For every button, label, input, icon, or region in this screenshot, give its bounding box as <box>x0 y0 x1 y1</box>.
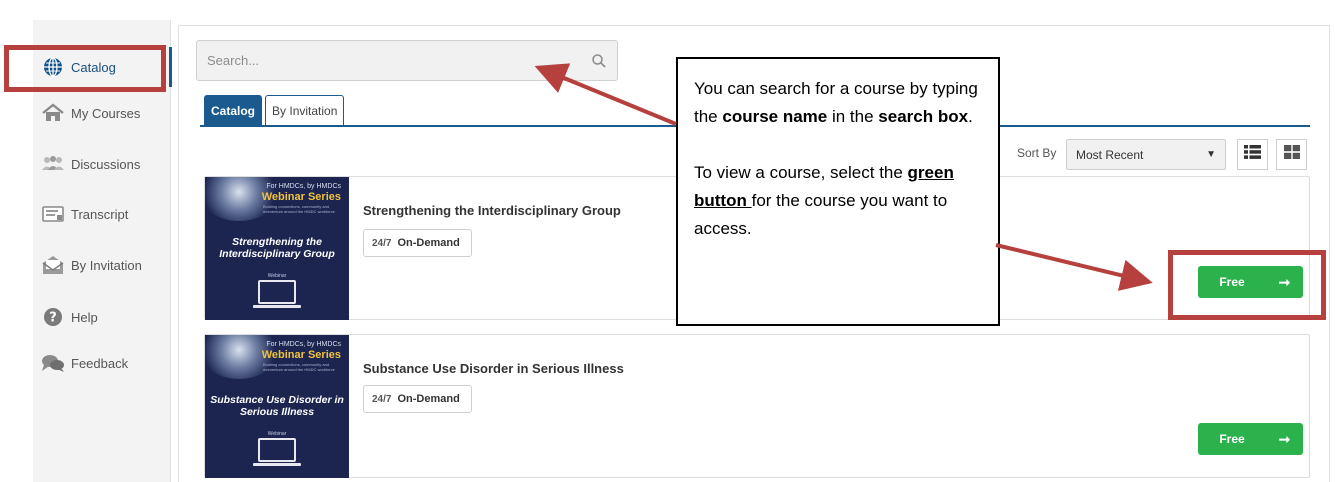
sort-selected-value: Most Recent <box>1076 147 1144 162</box>
callout-paragraph-button: To view a course, select the green butto… <box>694 159 983 243</box>
search-icon[interactable] <box>591 53 607 69</box>
callout-bold-text: course name <box>722 107 828 126</box>
callout-text: . <box>968 107 973 126</box>
chevron-down-icon: ▼ <box>1206 149 1216 160</box>
sidebar: Catalog My Courses Discussions Transcrip… <box>33 20 172 482</box>
sidebar-item-my-courses[interactable]: My Courses <box>33 93 171 133</box>
free-button[interactable]: Free ➞ <box>1198 423 1303 455</box>
discussions-icon <box>41 153 65 175</box>
sidebar-item-label: Discussions <box>71 156 141 172</box>
thumb-tagline: Building connections, community and mome… <box>263 204 335 214</box>
clock-24-7-icon: 24/7 <box>372 237 392 249</box>
feedback-icon <box>41 352 65 374</box>
course-title[interactable]: Substance Use Disorder in Serious Illnes… <box>363 361 624 376</box>
tab-catalog[interactable]: Catalog <box>204 95 263 125</box>
sidebar-item-label: By Invitation <box>71 257 142 273</box>
thumb-title: Substance Use Disorder in Serious Illnes… <box>210 394 344 418</box>
tab-by-invitation[interactable]: By Invitation <box>265 95 345 125</box>
annotation-callout: You can search for a course by typing th… <box>676 57 1000 326</box>
sort-label: Sort By <box>1017 146 1057 160</box>
sidebar-item-by-invitation[interactable]: By Invitation <box>33 245 171 285</box>
tab-bar: Catalog By Invitation <box>204 95 345 125</box>
laptop-icon <box>253 280 301 308</box>
thumb-tag: Webinar <box>267 273 287 279</box>
active-indicator <box>169 47 172 87</box>
list-view-icon <box>1244 145 1261 164</box>
callout-bold-text: search box <box>878 107 969 126</box>
sidebar-item-help[interactable]: ? Help <box>33 297 171 337</box>
sort-select[interactable]: Most Recent ▼ <box>1066 139 1226 170</box>
sidebar-item-transcript[interactable]: Transcript <box>33 194 171 234</box>
callout-text: To view a course, select the <box>694 163 908 182</box>
sidebar-item-label: Help <box>71 309 98 325</box>
svg-text:?: ? <box>49 311 57 326</box>
thumb-series-top: For HMDCs, by HMDCs <box>266 183 341 190</box>
transcript-icon <box>41 203 65 225</box>
sidebar-item-label: Catalog <box>71 59 116 75</box>
sidebar-item-label: Feedback <box>71 355 129 371</box>
thumb-tag: Webinar <box>267 431 287 437</box>
thumb-series-top: For HMDCs, by HMDCs <box>266 341 341 348</box>
help-icon: ? <box>41 306 65 328</box>
course-title[interactable]: Strengthening the Interdisciplinary Grou… <box>363 203 621 218</box>
thumb-tagline: Building connections, community and mome… <box>263 362 335 372</box>
free-button-label: Free <box>1219 432 1245 446</box>
sidebar-item-discussions[interactable]: Discussions <box>33 144 171 184</box>
callout-text: in the <box>827 107 879 126</box>
on-demand-badge: 24/7 On-Demand <box>363 385 472 413</box>
course-thumbnail[interactable]: For HMDCs, by HMDCs Webinar Series Build… <box>205 177 349 320</box>
thumb-title: Strengthening the Interdisciplinary Grou… <box>219 236 335 260</box>
page: Catalog My Courses Discussions Transcrip… <box>0 0 1335 482</box>
envelope-icon <box>41 254 65 276</box>
home-icon <box>41 102 65 124</box>
clock-24-7-icon: 24/7 <box>372 393 392 405</box>
badge-label: On-Demand <box>397 237 460 249</box>
free-button-label: Free <box>1219 275 1245 289</box>
globe-icon <box>41 56 65 78</box>
badge-label: On-Demand <box>397 393 460 405</box>
arrow-right-icon: ➞ <box>1278 430 1291 447</box>
sidebar-item-label: Transcript <box>71 206 129 222</box>
thumb-series: Webinar Series <box>261 191 341 203</box>
grid-view-button[interactable] <box>1276 139 1307 170</box>
search-input[interactable] <box>207 53 591 68</box>
sidebar-item-feedback[interactable]: Feedback <box>33 343 171 383</box>
free-button[interactable]: Free ➞ <box>1198 266 1303 298</box>
sidebar-item-catalog[interactable]: Catalog <box>33 47 172 87</box>
on-demand-badge: 24/7 On-Demand <box>363 229 472 257</box>
callout-paragraph-search: You can search for a course by typing th… <box>694 75 983 131</box>
search-box[interactable] <box>196 40 618 81</box>
course-thumbnail[interactable]: For HMDCs, by HMDCs Webinar Series Build… <box>205 335 349 478</box>
list-view-button[interactable] <box>1237 139 1268 170</box>
course-card: For HMDCs, by HMDCs Webinar Series Build… <box>204 334 1310 478</box>
thumb-series: Webinar Series <box>261 349 341 361</box>
sidebar-item-label: My Courses <box>71 105 141 121</box>
laptop-icon <box>253 438 301 466</box>
arrow-right-icon: ➞ <box>1278 273 1291 290</box>
grid-view-icon <box>1283 145 1300 164</box>
